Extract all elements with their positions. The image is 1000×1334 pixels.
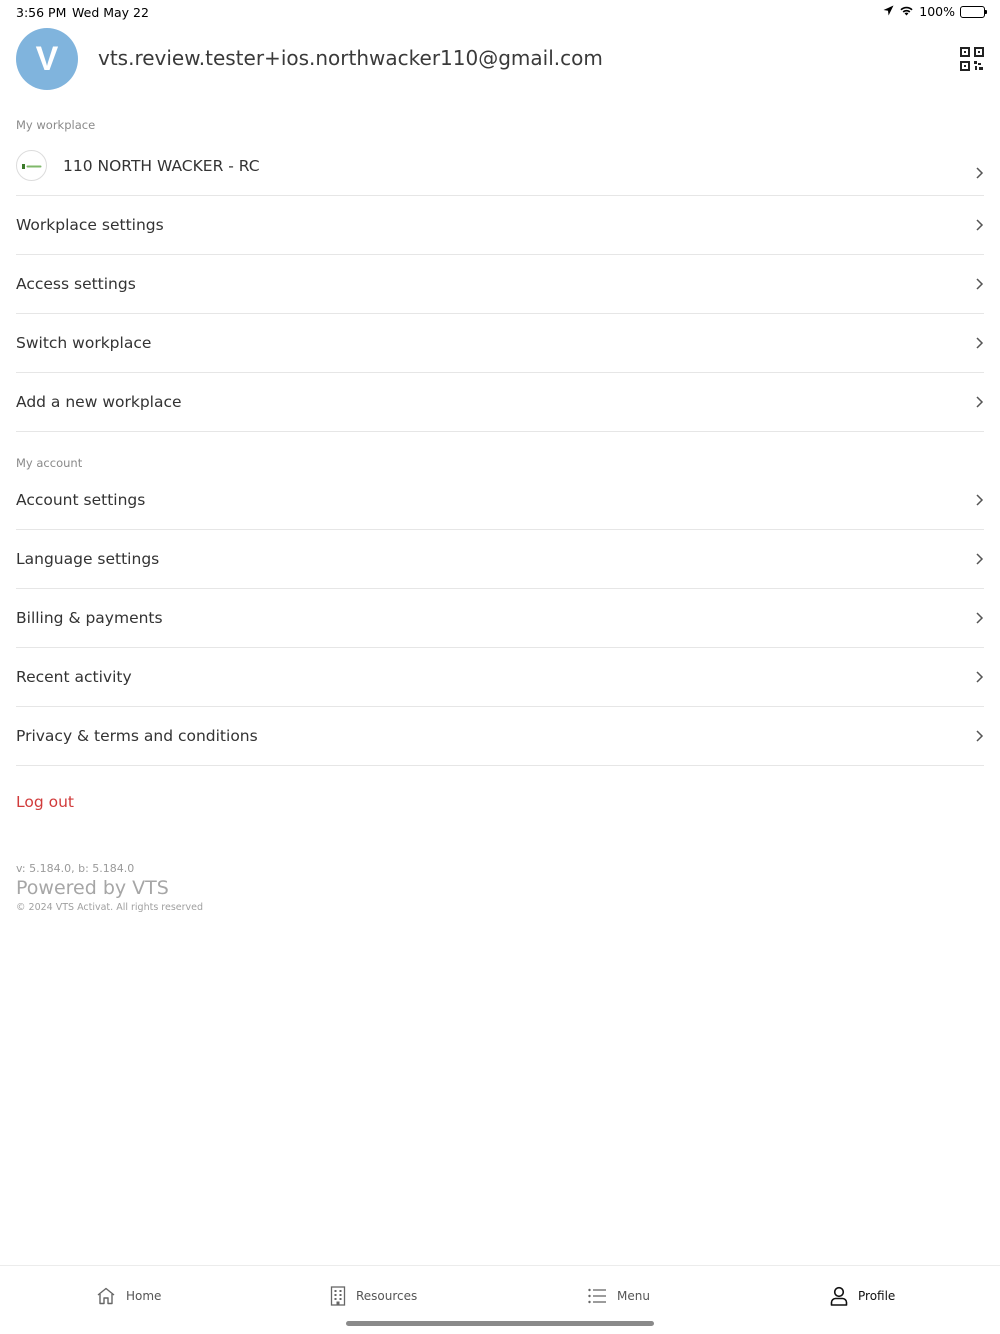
building-icon: [330, 1286, 346, 1306]
row-label: Language settings: [16, 550, 160, 568]
chevron-right-icon: [976, 494, 984, 506]
chevron-right-icon: [976, 337, 984, 349]
chevron-right-icon: [976, 219, 984, 231]
person-icon: [830, 1286, 848, 1306]
qr-code-icon[interactable]: [960, 47, 984, 71]
workplace-settings-row[interactable]: Workplace settings: [16, 196, 984, 255]
chevron-right-icon: [976, 278, 984, 290]
row-label: Access settings: [16, 275, 136, 293]
privacy-terms-row[interactable]: Privacy & terms and conditions: [16, 707, 984, 766]
account-settings-row[interactable]: Account settings: [16, 471, 984, 530]
current-workplace-name: 110 NORTH WACKER - RC: [63, 156, 260, 175]
status-indicators: 100%: [883, 4, 987, 19]
row-label: Switch workplace: [16, 334, 152, 352]
section-label-my-account: My account: [16, 456, 83, 470]
switch-workplace-row[interactable]: Switch workplace: [16, 314, 984, 373]
list-icon: [588, 1288, 606, 1304]
chevron-right-icon: [976, 730, 984, 742]
row-label: Privacy & terms and conditions: [16, 727, 258, 745]
status-time: 3:56 PM: [16, 5, 67, 20]
avatar[interactable]: V: [16, 28, 78, 90]
row-label: Workplace settings: [16, 216, 164, 234]
logout-button[interactable]: Log out: [16, 793, 74, 811]
tab-profile[interactable]: Profile: [830, 1284, 895, 1308]
add-new-workplace-row[interactable]: Add a new workplace: [16, 373, 984, 432]
row-label: Billing & payments: [16, 609, 163, 627]
section-label-my-workplace: My workplace: [16, 118, 96, 132]
user-email: vts.review.tester+ios.northwacker110@gma…: [98, 46, 603, 70]
tab-home-label: Home: [126, 1289, 162, 1303]
tab-menu-label: Menu: [617, 1289, 650, 1303]
app-version: v: 5.184.0, b: 5.184.0: [16, 862, 135, 875]
battery-icon: [960, 5, 987, 18]
copyright: © 2024 VTS Activat. All rights reserved: [16, 902, 204, 913]
tab-resources[interactable]: Resources: [330, 1284, 417, 1308]
chevron-right-icon: [976, 167, 984, 179]
billing-payments-row[interactable]: Billing & payments: [16, 589, 984, 648]
tab-resources-label: Resources: [356, 1289, 418, 1303]
chevron-right-icon: [976, 553, 984, 565]
chevron-right-icon: [976, 612, 984, 624]
powered-by: Powered by VTS: [16, 877, 169, 899]
status-date: Wed May 22: [72, 5, 149, 20]
row-label: Account settings: [16, 491, 146, 509]
language-settings-row[interactable]: Language settings: [16, 530, 984, 589]
home-icon: [97, 1287, 115, 1305]
location-arrow-icon: [883, 4, 894, 19]
chevron-right-icon: [976, 396, 984, 408]
profile-header: V vts.review.tester+ios.northwacker110@g…: [16, 28, 984, 90]
workplace-logo: [16, 150, 47, 181]
tab-profile-label: Profile: [858, 1289, 896, 1303]
tab-menu[interactable]: Menu: [588, 1284, 650, 1308]
battery-percent: 100%: [919, 4, 955, 19]
row-label: Recent activity: [16, 668, 132, 686]
chevron-right-icon: [976, 671, 984, 683]
recent-activity-row[interactable]: Recent activity: [16, 648, 984, 707]
row-label: Add a new workplace: [16, 393, 182, 411]
wifi-icon: [899, 4, 914, 19]
tab-home[interactable]: Home: [96, 1284, 161, 1308]
access-settings-row[interactable]: Access settings: [16, 255, 984, 314]
current-workplace-row[interactable]: 110 NORTH WACKER - RC: [16, 136, 984, 196]
home-indicator[interactable]: [346, 1321, 654, 1326]
status-bar: 3:56 PM Wed May 22 100%: [0, 0, 1000, 24]
